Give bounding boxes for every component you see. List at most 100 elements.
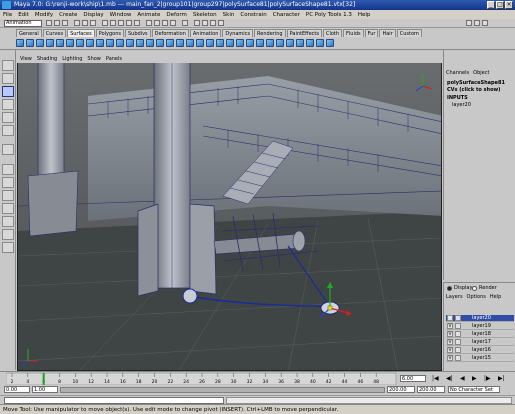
shelf-tab-painteffects[interactable]: PaintEffects	[286, 29, 322, 37]
attach-icon[interactable]	[216, 39, 224, 47]
offset-icon[interactable]	[276, 39, 284, 47]
step-forward-button[interactable]: |▶	[484, 375, 491, 382]
layer-visibility-toggle[interactable]: V	[447, 355, 453, 361]
shelf-tab-fluids[interactable]: Fluids	[343, 29, 364, 37]
mask-joints-icon[interactable]	[110, 20, 116, 26]
last-tool-icon[interactable]	[2, 144, 14, 155]
fillet-icon[interactable]	[326, 39, 334, 47]
playback-start-field[interactable]: 0.00	[4, 386, 30, 393]
graph-editor-layout-icon[interactable]	[2, 229, 14, 240]
move-tool-icon[interactable]	[2, 86, 14, 97]
select-component-icon[interactable]	[90, 20, 96, 26]
sculpt-icon[interactable]	[316, 39, 324, 47]
shelf-tab-rendering[interactable]: Rendering	[254, 29, 286, 37]
shelf-tab-cloth[interactable]: Cloth	[322, 29, 343, 37]
layer-row[interactable]: V layer16	[446, 347, 514, 354]
shelf-tab-custom[interactable]: Custom	[396, 29, 422, 37]
go-to-end-button[interactable]: ▶|	[498, 375, 505, 382]
menu-window[interactable]: Window	[110, 12, 132, 18]
panel-menu-panels[interactable]: Panels	[106, 56, 122, 62]
shelf-tab-curves[interactable]: Curves	[42, 29, 67, 37]
shelf-tab-surfaces[interactable]: Surfaces	[67, 29, 95, 37]
layer-type-toggle[interactable]	[455, 339, 461, 345]
project-curve-icon[interactable]	[186, 39, 194, 47]
untrim-icon[interactable]	[206, 39, 214, 47]
insert-isoparm-icon[interactable]	[256, 39, 264, 47]
panel-menu-view[interactable]: View	[20, 56, 32, 62]
show-attribute-editor-icon[interactable]	[466, 20, 472, 26]
channelbox-cvs-label[interactable]: CVs (click to show)	[447, 87, 500, 93]
channelbox-tab-channels[interactable]: Channels	[446, 70, 469, 76]
layer-row[interactable]: V layer20	[446, 315, 514, 322]
close-button[interactable]: ×	[505, 1, 513, 9]
mel-command-input[interactable]	[4, 397, 224, 404]
extend-icon[interactable]	[266, 39, 274, 47]
shelf-tab-fur[interactable]: Fur	[364, 29, 379, 37]
shelf-tab-polygons[interactable]: Polygons	[95, 29, 124, 37]
open-scene-icon[interactable]	[54, 20, 60, 26]
nurbs-cylinder-icon[interactable]	[36, 39, 44, 47]
range-start-field[interactable]: 1.00	[32, 386, 58, 393]
select-hierarchy-icon[interactable]	[74, 20, 80, 26]
nurbs-cube-icon[interactable]	[26, 39, 34, 47]
shelf-tab-subdivs[interactable]: Subdivs	[125, 29, 151, 37]
panel-menu-show[interactable]: Show	[87, 56, 101, 62]
menu-display[interactable]: Display	[83, 12, 103, 18]
panel-menu-shading[interactable]: Shading	[37, 56, 57, 62]
square-surface-icon[interactable]	[156, 39, 164, 47]
select-tool-icon[interactable]	[2, 60, 14, 71]
render-globals-icon[interactable]	[218, 20, 224, 26]
select-object-icon[interactable]	[82, 20, 88, 26]
shelf-tab-dynamics[interactable]: Dynamics	[222, 29, 254, 37]
layer-menu-options[interactable]: Options	[467, 294, 486, 300]
mask-handles-icon[interactable]	[102, 20, 108, 26]
shelf-tab-animation[interactable]: Animation	[189, 29, 222, 37]
extrude-icon[interactable]	[126, 39, 134, 47]
menu-set-dropdown[interactable]: Animation	[4, 20, 42, 27]
nurbs-torus-icon[interactable]	[66, 39, 74, 47]
mask-curves-icon[interactable]	[118, 20, 124, 26]
loft-icon[interactable]	[106, 39, 114, 47]
maximize-button[interactable]: □	[496, 1, 504, 9]
layer-visibility-toggle[interactable]: V	[447, 315, 453, 321]
channelbox-input-item[interactable]: layer20	[452, 102, 471, 108]
outliner-layout-icon[interactable]	[2, 242, 14, 253]
layer-type-toggle[interactable]	[455, 323, 461, 329]
menu-help[interactable]: Help	[358, 12, 371, 18]
history-icon[interactable]	[182, 20, 188, 26]
save-scene-icon[interactable]	[62, 20, 68, 26]
range-slider-bar[interactable]	[60, 387, 385, 393]
persp-outliner-layout-icon[interactable]	[2, 190, 14, 201]
nurbs-plane-icon[interactable]	[56, 39, 64, 47]
menu-create[interactable]: Create	[59, 12, 77, 18]
menu-skeleton[interactable]: Skeleton	[193, 12, 217, 18]
nurbs-sphere-icon[interactable]	[16, 39, 24, 47]
layer-type-toggle[interactable]	[455, 331, 461, 337]
menu-animate[interactable]: Animate	[137, 12, 160, 18]
boundary-icon[interactable]	[146, 39, 154, 47]
render-radio[interactable]	[472, 286, 477, 291]
persp-graph-layout-icon[interactable]	[2, 203, 14, 214]
snap-curve-icon[interactable]	[154, 20, 160, 26]
scale-tool-icon[interactable]	[2, 112, 14, 123]
channelbox-tab-object[interactable]: Object	[473, 70, 489, 76]
layer-visibility-toggle[interactable]: V	[447, 331, 453, 337]
menu-deform[interactable]: Deform	[166, 12, 186, 18]
birail-icon[interactable]	[136, 39, 144, 47]
snap-grid-icon[interactable]	[146, 20, 152, 26]
layer-type-toggle[interactable]	[455, 355, 461, 361]
minimize-button[interactable]: _	[487, 1, 495, 9]
current-time-marker[interactable]	[42, 373, 45, 385]
layer-type-toggle[interactable]	[455, 347, 461, 353]
align-icon[interactable]	[236, 39, 244, 47]
play-forward-button[interactable]: ▶	[472, 375, 477, 382]
layer-row[interactable]: V layer18	[446, 331, 514, 338]
bevel-icon[interactable]	[166, 39, 174, 47]
layer-menu-layers[interactable]: Layers	[446, 294, 463, 300]
display-radio[interactable]	[447, 286, 452, 291]
revolve-icon[interactable]	[96, 39, 104, 47]
manipulator-tool-icon[interactable]	[2, 125, 14, 136]
reverse-icon[interactable]	[296, 39, 304, 47]
time-slider[interactable]: 2468101214161820222426283032343638404244…	[0, 371, 515, 386]
new-scene-icon[interactable]	[46, 20, 52, 26]
